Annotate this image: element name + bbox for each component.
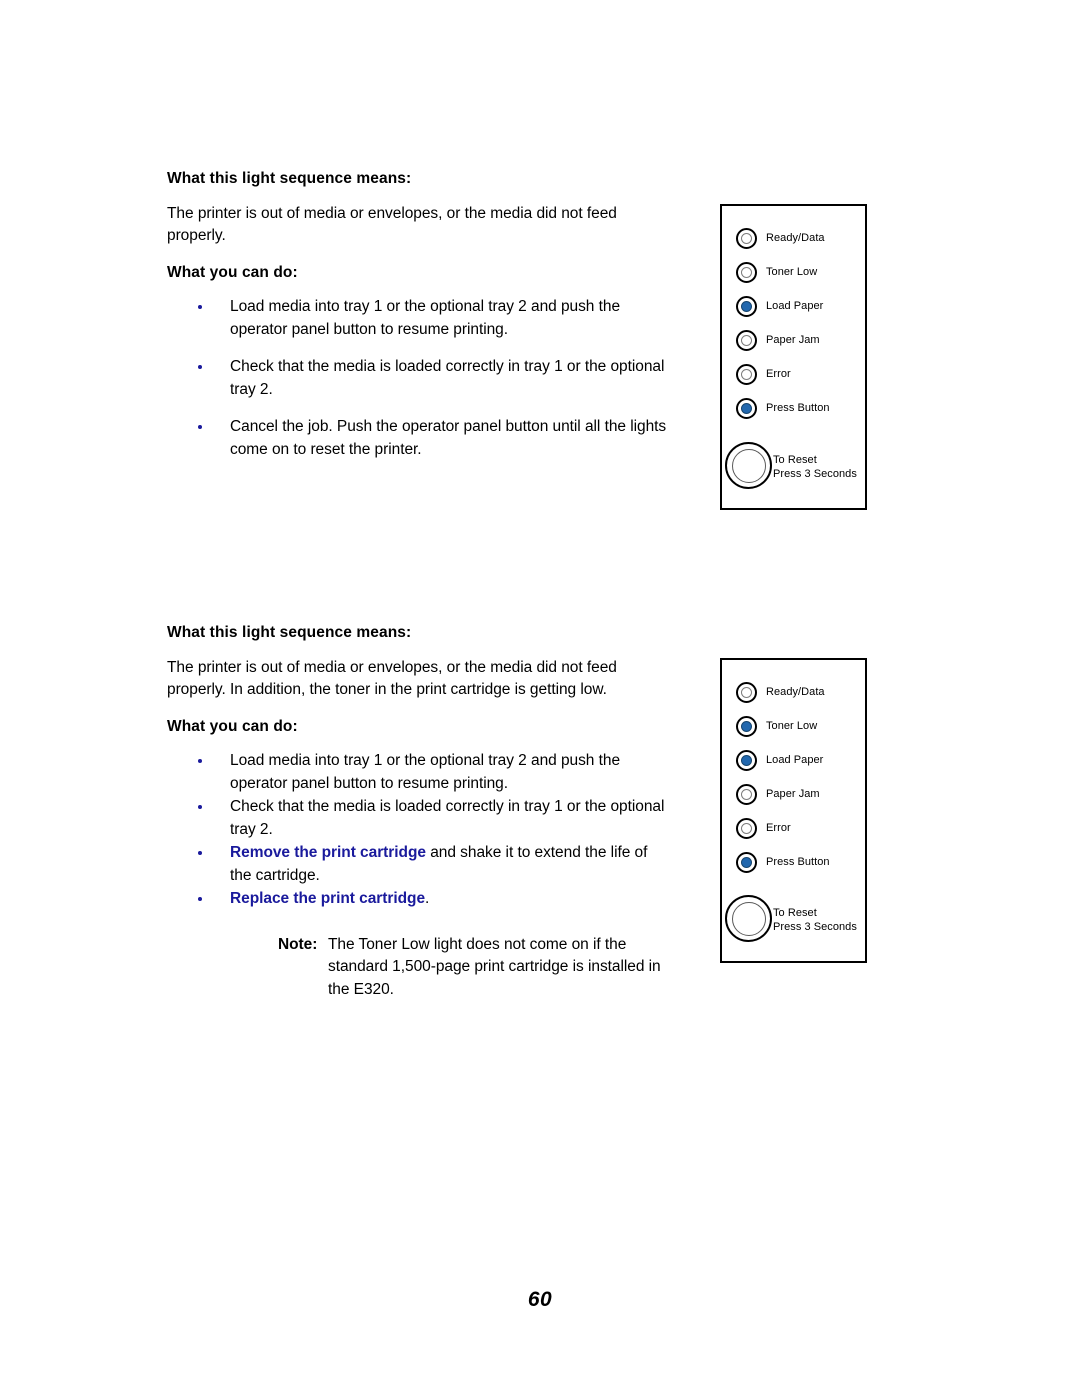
list-item: Remove the print cartridge and shake it … <box>167 842 667 887</box>
led-row-toner-low: Toner Low <box>736 255 830 289</box>
list-item: Replace the print cartridge. <box>167 888 667 911</box>
led-indicator-icon <box>736 681 757 703</box>
led-indicator-icon <box>736 397 757 419</box>
led-row-press-button: Press Button <box>736 845 830 879</box>
document-page: What this light sequence means: The prin… <box>0 0 1080 1397</box>
led-indicator-icon <box>736 363 757 385</box>
bullet-icon <box>198 805 202 810</box>
list-item-text: Load media into tray 1 or the optional t… <box>230 298 621 338</box>
led-row-load-paper: Load Paper <box>736 289 830 323</box>
reset-line-1: To Reset <box>773 454 817 466</box>
heading-what-you-can-do: What you can do: <box>167 717 298 735</box>
led-label: Error <box>766 368 791 380</box>
heading-what-you-can-do: What you can do: <box>167 263 298 281</box>
bullet-icon <box>198 365 202 370</box>
bullet-icon <box>198 305 202 310</box>
led-indicator-icon <box>736 749 757 771</box>
list-item-text: . <box>425 890 430 908</box>
bullet-icon <box>198 425 202 430</box>
bullet-icon <box>198 851 202 856</box>
light-sequence-section-1: What this light sequence means: The prin… <box>167 170 667 476</box>
led-indicator-icon <box>736 227 757 249</box>
reset-line-2: Press 3 Seconds <box>773 467 857 480</box>
led-label: Toner Low <box>766 266 818 278</box>
led-indicator-icon <box>736 783 757 805</box>
led-indicator-icon <box>736 295 757 317</box>
list-item: Load media into tray 1 or the optional t… <box>167 296 667 341</box>
reset-line-2: Press 3 Seconds <box>773 920 857 933</box>
list-item-text: Check that the media is loaded correctly… <box>230 358 665 398</box>
operator-panel-diagram-2: Ready/Data Toner Low Load Paper Paper Ja… <box>720 658 867 963</box>
bullet-icon <box>198 897 202 902</box>
list-item: Cancel the job. Push the operator panel … <box>167 416 667 461</box>
led-list: Ready/Data Toner Low Load Paper Paper Ja… <box>736 675 830 879</box>
list-item: Check that the media is loaded correctly… <box>167 796 667 841</box>
reset-line-1: To Reset <box>773 907 817 919</box>
heading-what-this-means: What this light sequence means: <box>167 624 412 641</box>
link-replace-print-cartridge[interactable]: Replace the print cartridge <box>230 890 425 907</box>
reset-button-group: To Reset Press 3 Seconds <box>725 442 866 494</box>
action-list: Load media into tray 1 or the optional t… <box>167 750 667 911</box>
list-item: Check that the media is loaded correctly… <box>167 356 667 401</box>
led-row-load-paper: Load Paper <box>736 743 830 777</box>
list-item-text: Load media into tray 1 or the optional t… <box>230 752 621 792</box>
reset-instruction: To Reset Press 3 Seconds <box>773 454 857 481</box>
light-sequence-section-2: What this light sequence means: The prin… <box>167 624 667 1001</box>
list-item-text: Cancel the job. Push the operator panel … <box>230 418 667 458</box>
sequence-description: The printer is out of media or envelopes… <box>167 658 617 699</box>
note-text: The Toner Low light does not come on if … <box>328 935 661 998</box>
operator-panel-diagram-1: Ready/Data Toner Low Load Paper Paper Ja… <box>720 204 867 510</box>
led-indicator-icon <box>736 817 757 839</box>
led-indicator-icon <box>736 715 757 737</box>
action-list: Load media into tray 1 or the optional t… <box>167 296 667 461</box>
led-label: Press Button <box>766 856 830 868</box>
led-row-paper-jam: Paper Jam <box>736 323 830 357</box>
led-label: Paper Jam <box>766 334 820 346</box>
page-number: 60 <box>527 1288 553 1311</box>
bullet-icon <box>198 759 202 764</box>
reset-button-group: To Reset Press 3 Seconds <box>725 895 866 947</box>
led-row-error: Error <box>736 811 830 845</box>
led-label: Ready/Data <box>766 232 825 244</box>
led-label: Paper Jam <box>766 788 820 800</box>
list-item: Load media into tray 1 or the optional t… <box>167 750 667 795</box>
sequence-description: The printer is out of media or envelopes… <box>167 204 617 245</box>
led-row-ready-data: Ready/Data <box>736 221 830 255</box>
note-block: Note: The Toner Low light does not come o… <box>167 934 667 1002</box>
led-row-press-button: Press Button <box>736 391 830 425</box>
note-label: Note: <box>278 935 318 953</box>
led-indicator-icon <box>736 329 757 351</box>
led-indicator-icon <box>736 261 757 283</box>
led-list: Ready/Data Toner Low Load Paper Paper Ja… <box>736 221 830 425</box>
led-row-paper-jam: Paper Jam <box>736 777 830 811</box>
led-indicator-icon <box>736 851 757 873</box>
led-row-ready-data: Ready/Data <box>736 675 830 709</box>
list-item-text: Check that the media is loaded correctly… <box>230 798 665 838</box>
led-label: Ready/Data <box>766 686 825 698</box>
reset-instruction: To Reset Press 3 Seconds <box>773 907 857 934</box>
led-row-error: Error <box>736 357 830 391</box>
led-label: Load Paper <box>766 754 824 766</box>
led-row-toner-low: Toner Low <box>736 709 830 743</box>
link-remove-print-cartridge[interactable]: Remove the print cartridge <box>230 844 426 861</box>
operator-panel-button-icon <box>725 895 772 942</box>
led-label: Toner Low <box>766 720 818 732</box>
led-label: Load Paper <box>766 300 824 312</box>
operator-panel-button-icon <box>725 442 772 489</box>
led-label: Error <box>766 822 791 834</box>
led-label: Press Button <box>766 402 830 414</box>
heading-what-this-means: What this light sequence means: <box>167 170 412 187</box>
